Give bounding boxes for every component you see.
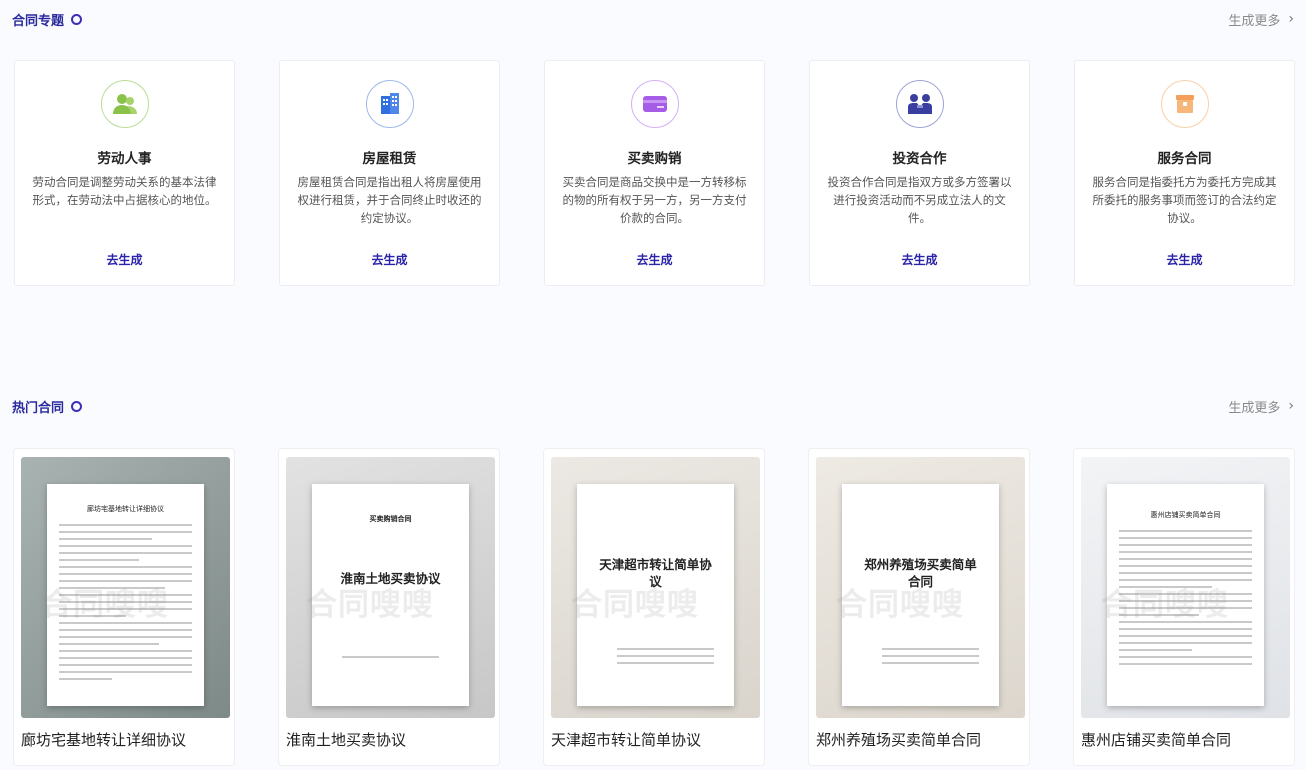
- topic-card-sales[interactable]: 买卖购销 买卖合同是商品交换中是一方转移标的物的所有权于另一方，另一方支付价款的…: [544, 60, 765, 286]
- box-icon: [1161, 80, 1209, 128]
- topic-desc: 服务合同是指委托方为委托方完成其所委托的服务事项而签订的合法约定协议。: [1092, 175, 1277, 225]
- hot-card-title: 天津超市转让简单协议: [551, 731, 702, 749]
- topic-desc: 劳动合同是调整劳动关系的基本法律形式，在劳动法中占据核心的地位。: [32, 175, 217, 207]
- topics-title: 合同专题: [12, 10, 83, 29]
- contract-thumbnail: 买卖购销合同 淮南土地买卖协议 合同嗖嗖: [286, 457, 495, 718]
- topics-header: 合同专题 生成更多 ›: [12, 8, 1294, 30]
- people-icon: [101, 80, 149, 128]
- ring-icon: [71, 13, 83, 25]
- contract-thumbnail: 廊坊宅基地转让详细协议 合同嗖嗖: [21, 457, 230, 718]
- card-icon: [631, 80, 679, 128]
- hot-card-title: 惠州店铺买卖简单合同: [1081, 731, 1232, 749]
- hot-title: 热门合同: [12, 397, 83, 416]
- generate-link[interactable]: 去生成: [545, 251, 764, 268]
- contract-thumbnail: 郑州养殖场买卖简单合同 合同嗖嗖: [816, 457, 1025, 718]
- topic-card-investment[interactable]: 投资合作 投资合作合同是指双方或多方签署以进行投资活动而不另成立法人的文件。 去…: [809, 60, 1030, 286]
- hot-card-title: 廊坊宅基地转让详细协议: [21, 731, 187, 749]
- ring-icon: [71, 400, 83, 412]
- topic-title: 劳动人事: [97, 151, 152, 167]
- hot-card[interactable]: 买卖购销合同 淮南土地买卖协议 合同嗖嗖 淮南土地买卖协议: [278, 448, 500, 766]
- generate-link[interactable]: 去生成: [280, 251, 499, 268]
- topic-desc: 房屋租赁合同是指出租人将房屋使用权进行租赁，并于合同终止时收还的约定协议。: [297, 175, 482, 225]
- topic-card-rental[interactable]: 房屋租赁 房屋租赁合同是指出租人将房屋使用权进行租赁，并于合同终止时收还的约定协…: [279, 60, 500, 286]
- hot-card[interactable]: 惠州店铺买卖简单合同 合同嗖嗖 惠州店铺买卖简单合同: [1073, 448, 1295, 766]
- contract-thumbnail: 惠州店铺买卖简单合同 合同嗖嗖: [1081, 457, 1290, 718]
- contract-thumbnail: 天津超市转让简单协议 合同嗖嗖: [551, 457, 760, 718]
- hot-card-title: 郑州养殖场买卖简单合同: [816, 731, 982, 749]
- watermark: 合同嗖嗖: [306, 587, 434, 623]
- generate-link[interactable]: 去生成: [810, 251, 1029, 268]
- watermark: 合同嗖嗖: [41, 587, 169, 623]
- topic-desc: 买卖合同是商品交换中是一方转移标的物的所有权于另一方，另一方支付价款的合同。: [562, 175, 747, 225]
- hot-card[interactable]: 郑州养殖场买卖简单合同 合同嗖嗖 郑州养殖场买卖简单合同: [808, 448, 1030, 766]
- topic-title: 房屋租赁: [362, 151, 417, 167]
- building-icon: [366, 80, 414, 128]
- chevron-right-icon: ›: [1288, 11, 1294, 27]
- watermark: 合同嗖嗖: [836, 587, 964, 623]
- generate-link[interactable]: 去生成: [15, 251, 234, 268]
- topic-title: 服务合同: [1157, 151, 1212, 167]
- watermark: 合同嗖嗖: [1101, 587, 1229, 623]
- hot-more-button[interactable]: 生成更多 ›: [1228, 397, 1294, 416]
- handshake-icon: [896, 80, 944, 128]
- topic-title: 投资合作: [892, 151, 947, 167]
- chevron-right-icon: ›: [1288, 398, 1294, 414]
- hot-card[interactable]: 天津超市转让简单协议 合同嗖嗖 天津超市转让简单协议: [543, 448, 765, 766]
- topic-desc: 投资合作合同是指双方或多方签署以进行投资活动而不另成立法人的文件。: [827, 175, 1012, 225]
- topic-card-labor[interactable]: 劳动人事 劳动合同是调整劳动关系的基本法律形式，在劳动法中占据核心的地位。 去生…: [14, 60, 235, 286]
- hot-header: 热门合同 生成更多 ›: [12, 395, 1294, 417]
- hot-card-title: 淮南土地买卖协议: [286, 731, 407, 749]
- topic-card-service[interactable]: 服务合同 服务合同是指委托方为委托方完成其所委托的服务事项而签订的合法约定协议。…: [1074, 60, 1295, 286]
- watermark: 合同嗖嗖: [571, 587, 699, 623]
- generate-link[interactable]: 去生成: [1075, 251, 1294, 268]
- hot-card[interactable]: 廊坊宅基地转让详细协议 合同嗖嗖 廊坊宅基地转让详细协议: [13, 448, 235, 766]
- topic-title: 买卖购销: [627, 151, 682, 167]
- topics-more-button[interactable]: 生成更多 ›: [1228, 10, 1294, 29]
